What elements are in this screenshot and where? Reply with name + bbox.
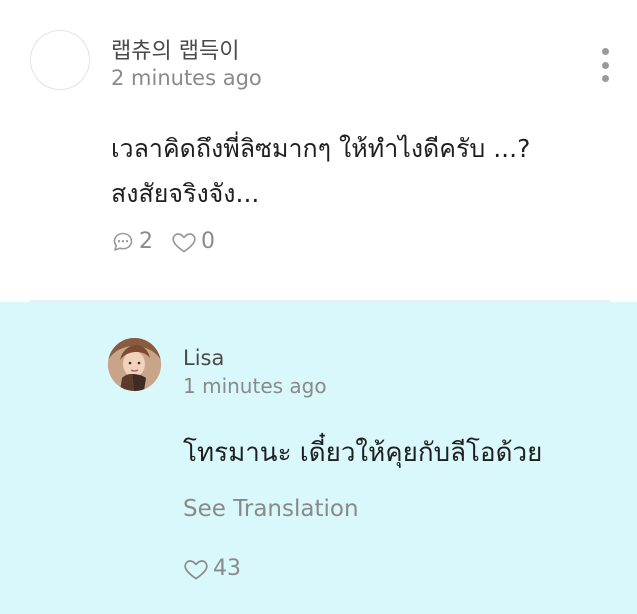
timestamp: 2 minutes ago [111, 66, 262, 90]
likes-count: 43 [213, 556, 241, 581]
post-actions: 2 0 [111, 229, 215, 254]
more-options-button[interactable] [598, 48, 612, 82]
comment-body: เวลาคิดถึงพี่ลิซมากๆ ให้ทำไงดีครับ ...? … [111, 126, 611, 216]
reply-actions: 43 [183, 556, 241, 581]
comment-post: 랩츄의 랩득이 2 minutes ago เวลาคิดถึงพี่ลิซมา… [0, 0, 637, 300]
comment-body-line: เวลาคิดถึงพี่ลิซมากๆ ให้ทำไงดีครับ ...? [111, 134, 531, 163]
heart-outline-icon [184, 559, 208, 579]
heart-outline-icon [172, 232, 196, 252]
avatar-image [108, 338, 161, 391]
avatar[interactable] [108, 338, 161, 391]
timestamp: 1 minutes ago [183, 374, 327, 398]
more-vertical-icon [601, 48, 609, 55]
author-name[interactable]: 랩츄의 랩득이 [111, 33, 239, 65]
avatar-placeholder[interactable] [30, 30, 90, 90]
more-vertical-icon [601, 61, 609, 69]
reply-post: Lisa 1 minutes ago โทรมานะ เดี๋ยวให้คุยก… [0, 302, 637, 614]
comments-count: 2 [139, 229, 153, 254]
comment-bubble-icon [113, 232, 133, 251]
author-name[interactable]: Lisa [183, 346, 224, 370]
like-button[interactable]: 0 [171, 229, 215, 254]
more-vertical-icon [601, 75, 609, 82]
reply-body: โทรมานะ เดี๋ยวให้คุยกับลีโอด้วย [183, 438, 543, 468]
likes-count: 0 [201, 229, 215, 254]
like-button[interactable]: 43 [183, 556, 241, 581]
see-translation-link[interactable]: See Translation [183, 496, 359, 522]
comment-body-line: สงสัยจริงจัง... [111, 179, 260, 208]
comments-button[interactable]: 2 [111, 229, 153, 254]
